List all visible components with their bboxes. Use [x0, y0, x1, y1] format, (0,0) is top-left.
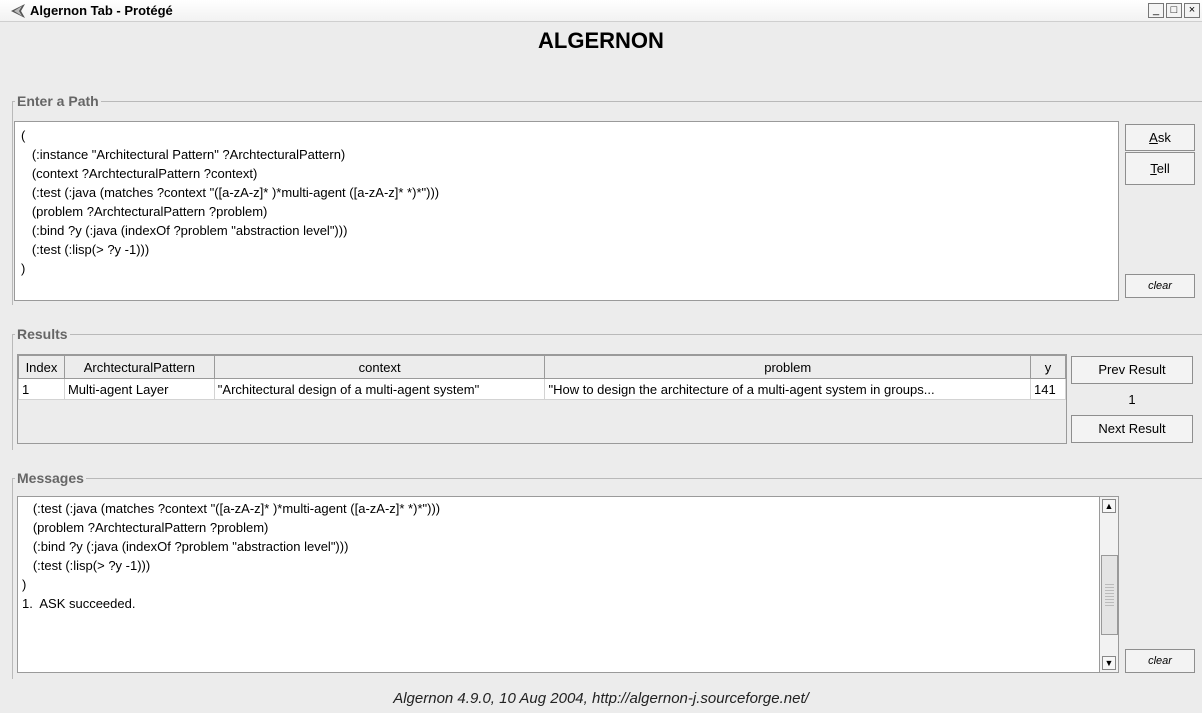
- results-header-row: Index ArchtecturalPattern context proble…: [18, 355, 1066, 379]
- result-counter: 1: [1128, 392, 1136, 407]
- ask-button-label: sk: [1157, 130, 1171, 145]
- column-header-problem[interactable]: problem: [544, 355, 1031, 379]
- cell-index: 1: [18, 378, 65, 400]
- maximize-button[interactable]: □: [1166, 3, 1182, 18]
- messages-box: (:test (:java (matches ?context "([a-zA-…: [17, 496, 1119, 673]
- column-header-context[interactable]: context: [213, 355, 546, 379]
- messages-scrollbar[interactable]: ▲ ▼: [1099, 497, 1118, 672]
- column-header-archtecturalpattern[interactable]: ArchtecturalPattern: [63, 355, 215, 379]
- scroll-down-arrow-icon[interactable]: ▼: [1102, 656, 1116, 670]
- messages-text: (:test (:java (matches ?context "([a-zA-…: [22, 501, 441, 611]
- tell-button-label: ell: [1156, 161, 1170, 176]
- title-bar: Algernon Tab - Protégé _ □ ×: [0, 0, 1202, 22]
- footer-version: Algernon 4.9.0, 10 Aug 2004, http://alge…: [393, 690, 809, 707]
- path-panel-legend: Enter a Path: [17, 93, 99, 109]
- window-title: Algernon Tab - Protégé: [30, 3, 173, 18]
- column-header-y[interactable]: y: [1030, 355, 1066, 379]
- next-result-button[interactable]: Next Result: [1071, 415, 1193, 443]
- scroll-thumb[interactable]: [1101, 555, 1118, 635]
- scroll-up-arrow-icon[interactable]: ▲: [1102, 499, 1116, 513]
- minimize-button[interactable]: _: [1148, 3, 1164, 18]
- column-header-index[interactable]: Index: [18, 355, 65, 379]
- ask-button[interactable]: Ask: [1125, 124, 1195, 151]
- protege-app-icon: [11, 4, 25, 18]
- results-panel-legend: Results: [17, 326, 68, 342]
- app-heading: ALGERNON: [538, 28, 664, 53]
- path-clear-button[interactable]: clear: [1125, 274, 1195, 298]
- ask-button-mnemonic: A: [1149, 130, 1158, 145]
- messages-clear-button[interactable]: clear: [1125, 649, 1195, 673]
- cell-y: 141: [1030, 378, 1066, 400]
- cell-archtecturalpattern: Multi-agent Layer: [63, 378, 215, 400]
- results-table: Index ArchtecturalPattern context proble…: [18, 355, 1066, 400]
- path-input[interactable]: ( (:instance "Architectural Pattern" ?Ar…: [14, 121, 1119, 301]
- cell-problem: "How to design the architecture of a mul…: [544, 378, 1031, 400]
- prev-result-button[interactable]: Prev Result: [1071, 356, 1193, 384]
- messages-panel-legend: Messages: [17, 470, 84, 486]
- cell-context: "Architectural design of a multi-agent s…: [213, 378, 546, 400]
- scroll-grip-icon: [1105, 584, 1114, 606]
- table-row[interactable]: 1 Multi-agent Layer "Architectural desig…: [18, 378, 1066, 400]
- tell-button[interactable]: Tell: [1125, 152, 1195, 185]
- close-button[interactable]: ×: [1184, 3, 1200, 18]
